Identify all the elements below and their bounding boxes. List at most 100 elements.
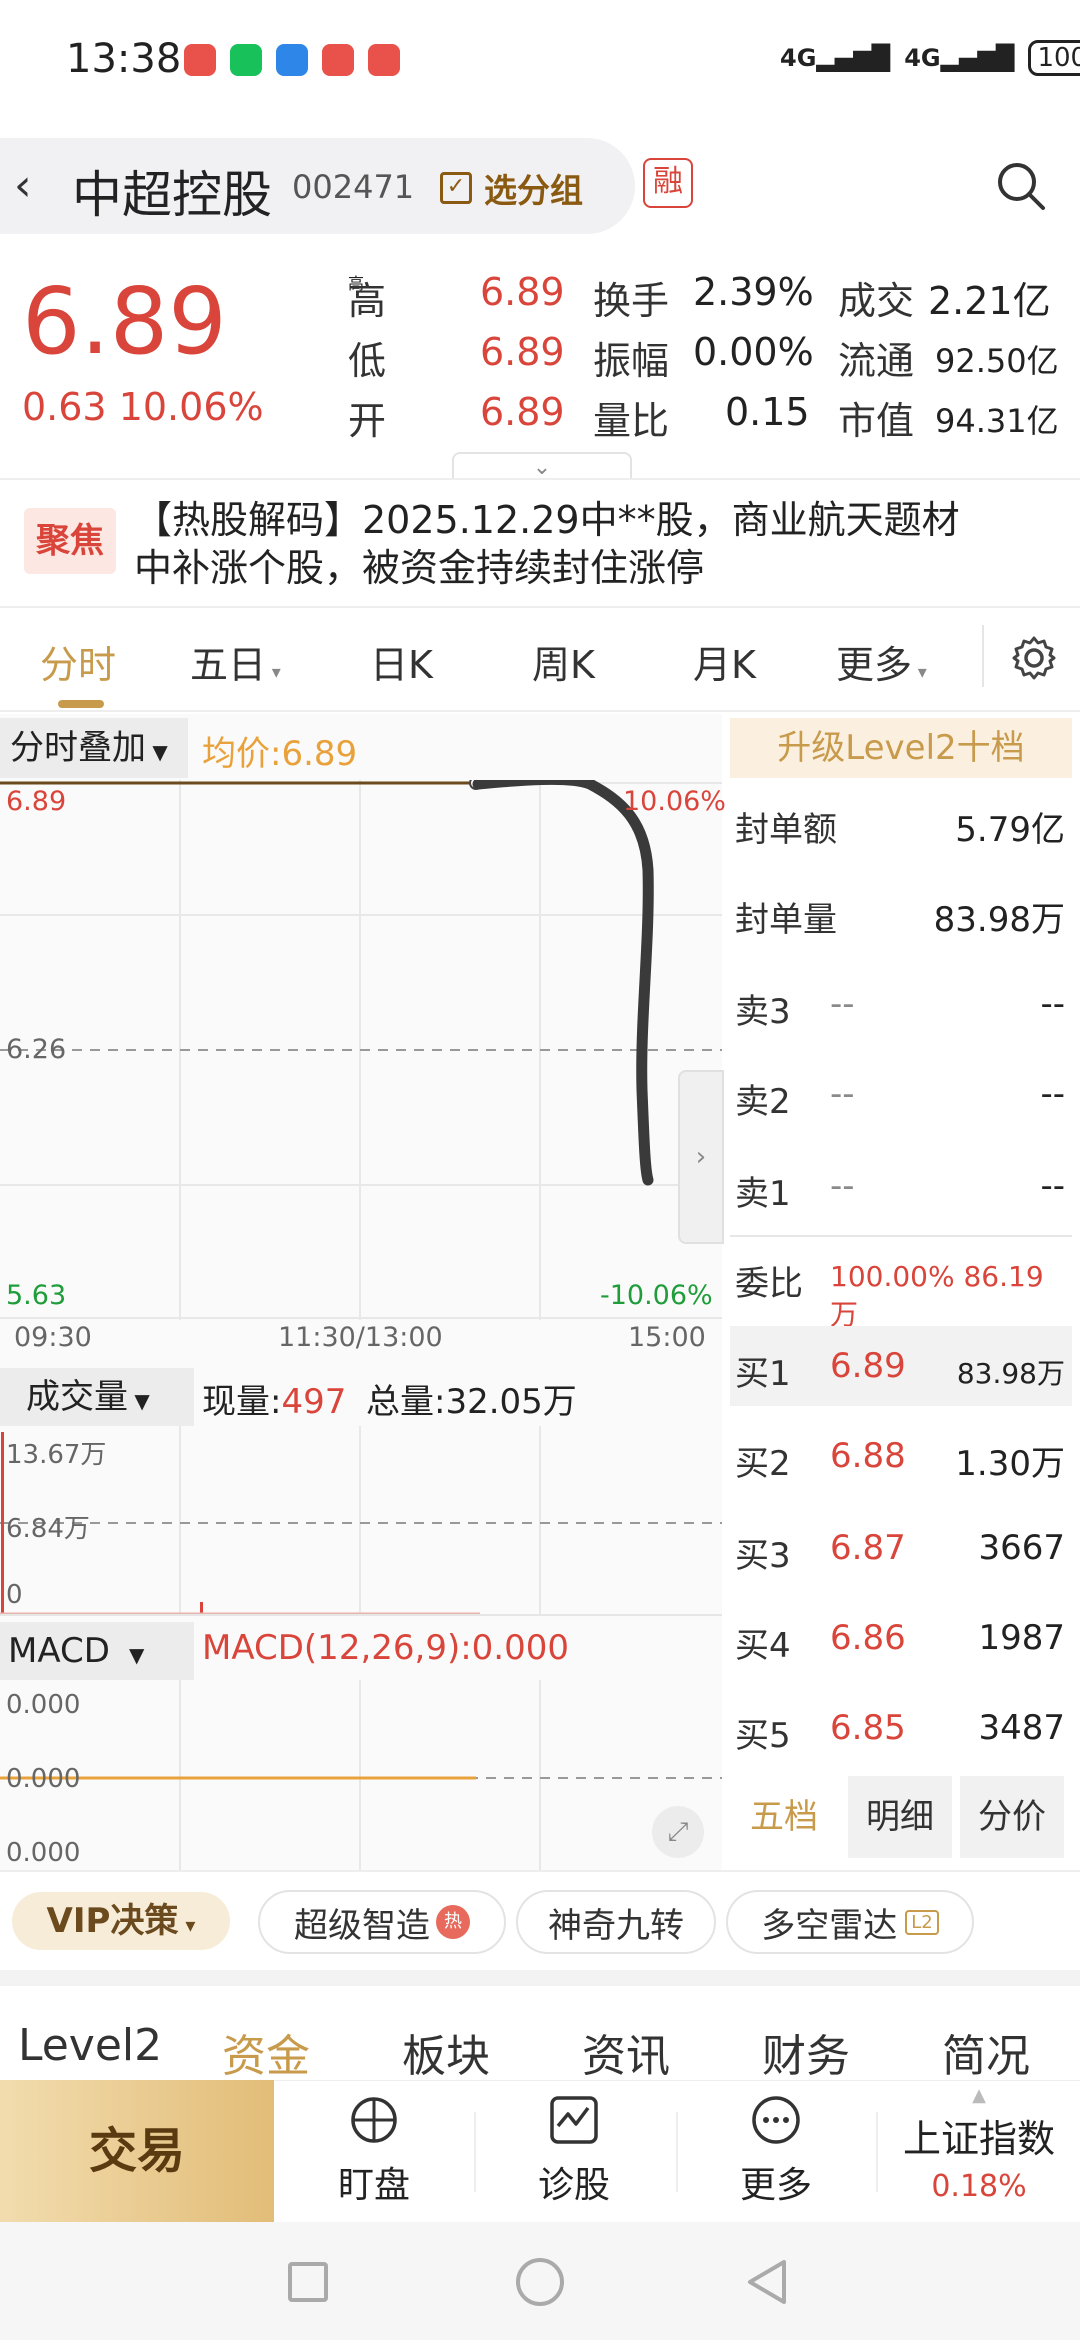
status-bar: 13:38 4G▂▄▆█ 4G▂▄▆█ 100 ⚡ [0, 0, 1080, 120]
macd-y-mid: 0.000 [6, 1764, 81, 1794]
divider [676, 2112, 678, 2192]
expand-side-handle[interactable]: › [678, 1070, 724, 1244]
trade-button[interactable]: 交易 [0, 2080, 274, 2222]
macd-indicator-selector[interactable]: MACD ▼ [0, 1622, 194, 1680]
tab-five-levels[interactable]: 五档 [730, 1776, 838, 1858]
order-row-buy5: 买5 6.85 3487 [735, 1708, 1065, 1756]
upgrade-level2-button[interactable]: 升级Level2十档 [730, 718, 1072, 778]
index-name: 上证指数 [902, 2117, 1055, 2161]
total-volume: 总量:32.05万 [366, 1382, 577, 1422]
fullscreen-icon[interactable]: ⤢ [652, 1806, 704, 1858]
stat-value-float: 92.50亿 [935, 342, 1059, 380]
commission-ratio-row: 委比 100.00% 86.19万 [735, 1260, 1044, 1331]
stat-label-amplitude: 振幅 [593, 339, 670, 383]
tab-five-day[interactable]: 五日 ▾ [190, 634, 281, 689]
tab-details[interactable]: 明细 [848, 1776, 952, 1858]
tab-monthly-k[interactable]: 月K [693, 634, 756, 689]
order-row-sell3: 卖3 -- -- [735, 984, 1065, 1032]
search-icon[interactable] [995, 160, 1047, 212]
tab-daily-k[interactable]: 日K [370, 634, 433, 689]
settings-gear-icon[interactable] [1010, 634, 1058, 682]
signal-icon: 4G▂▄▆█ [904, 44, 1015, 72]
expand-chevron-icon[interactable]: ⌄ [452, 452, 632, 480]
divider [0, 606, 1080, 608]
stat-value-low: 6.89 [480, 330, 565, 374]
stat-label-float: 流通 [838, 339, 915, 383]
seal-amount-row: 封单额 5.79亿 [735, 810, 1065, 850]
macd-chart [0, 1680, 722, 1870]
recent-apps-icon[interactable] [288, 2262, 328, 2302]
y-label-bottom: 5.63 [6, 1280, 67, 1311]
price-change: 0.63 10.06% [22, 385, 264, 429]
order-row-buy3: 买3 6.87 3667 [735, 1528, 1065, 1576]
battery-icon: 100 [1028, 40, 1080, 76]
order-row-buy2: 买2 6.88 1.30万 [735, 1436, 1065, 1484]
x-label-end: 15:00 [628, 1322, 706, 1353]
macd-y-bottom: 0.000 [6, 1838, 81, 1868]
weather-icon [276, 44, 308, 76]
stat-value-open: 6.89 [480, 390, 565, 434]
tab-capital[interactable]: 资金 [222, 2020, 310, 2084]
tab-price-distribution[interactable]: 分价 [960, 1776, 1064, 1858]
back-nav-icon[interactable] [744, 2258, 788, 2306]
news-headline[interactable]: 【热股解码】2025.12.29中**股，商业航天题材 中补涨个股，被资金持续封… [134, 496, 960, 592]
tab-profile[interactable]: 简况 [942, 2020, 1030, 2084]
news-line: 【热股解码】2025.12.29中**股，商业航天题材 [134, 498, 960, 542]
seal-volume-row: 封单量 83.98万 [735, 900, 1065, 940]
active-tab-indicator [58, 700, 104, 708]
tab-level2[interactable]: Level2 [18, 2020, 162, 2071]
volume-y-mid: 6.84万 [6, 1514, 90, 1544]
divider [0, 1870, 1080, 1872]
watch-button[interactable]: 盯盘 [274, 2156, 474, 2208]
section-gap [0, 1970, 1080, 1986]
tab-sector[interactable]: 板块 [402, 2020, 490, 2084]
divider [0, 478, 1080, 480]
margin-trading-tag[interactable]: 融 [643, 158, 693, 208]
divider [0, 710, 1080, 712]
stat-value-amount: 2.21亿 [928, 279, 1051, 323]
stat-label-turnover: 换手 [593, 279, 670, 323]
divider [0, 1614, 722, 1616]
chevron-up-icon: ▲ [972, 2085, 986, 2106]
tab-more[interactable]: 更多 ▾ [836, 634, 927, 689]
chip-magic-nine[interactable]: 神奇九转 [516, 1890, 716, 1954]
order-row-buy1: 买1 6.89 83.98万 [735, 1346, 1065, 1394]
chip-bull-bear-radar[interactable]: 多空雷达 L2 [726, 1890, 974, 1954]
add-group-label: 选分组 [484, 171, 583, 210]
more-dots-icon [752, 2096, 800, 2144]
order-row-buy4: 买4 6.86 1987 [735, 1618, 1065, 1666]
y-label-top: 6.89 [6, 786, 67, 817]
intraday-chart [0, 780, 722, 1320]
macd-y-top: 0.000 [6, 1690, 81, 1720]
level2-badge: L2 [905, 1909, 939, 1935]
vip-decision-button[interactable]: VIP决策 ▾ [12, 1892, 230, 1950]
watch-crosshair-icon [351, 2097, 397, 2143]
diagnose-button[interactable]: 诊股 [474, 2156, 674, 2208]
stat-label-amount: 成交 [838, 279, 915, 323]
volume-chart [0, 1426, 722, 1616]
stat-value-volume-ratio: 0.15 [725, 390, 810, 434]
pct-label-top: 10.06% [623, 786, 726, 817]
tab-weekly-k[interactable]: 周K [532, 634, 595, 689]
stat-label-volume-ratio: 量比 [593, 399, 670, 443]
order-row-sell2: 卖2 -- -- [735, 1074, 1065, 1122]
index-ticker[interactable]: ▲ 上证指数 0.18% [878, 2080, 1080, 2222]
back-icon[interactable]: ‹ [14, 160, 32, 211]
volume-y-bottom: 0 [6, 1580, 23, 1610]
app-notification-icon [368, 44, 400, 76]
diagnose-chart-icon [550, 2096, 598, 2144]
add-to-group-button[interactable]: ✓ 选分组 [440, 164, 583, 212]
chip-super-smart[interactable]: 超级智造 热 [258, 1890, 506, 1954]
tab-news[interactable]: 资讯 [582, 2020, 670, 2084]
divider [474, 2112, 476, 2192]
index-change: 0.18% [931, 2169, 1027, 2204]
tab-intraday[interactable]: 分时 [40, 634, 116, 689]
home-icon[interactable] [516, 2258, 564, 2306]
x-label-start: 09:30 [14, 1322, 92, 1353]
app-notification-icon [184, 44, 216, 76]
overlay-selector[interactable]: 分时叠加 ▼ [0, 718, 188, 778]
volume-indicator-selector[interactable]: 成交量 ▼ [0, 1368, 194, 1426]
more-button[interactable]: 更多 [676, 2156, 876, 2208]
tab-financials[interactable]: 财务 [762, 2020, 850, 2084]
news-line: 中补涨个股，被资金持续封住涨停 [134, 546, 705, 590]
